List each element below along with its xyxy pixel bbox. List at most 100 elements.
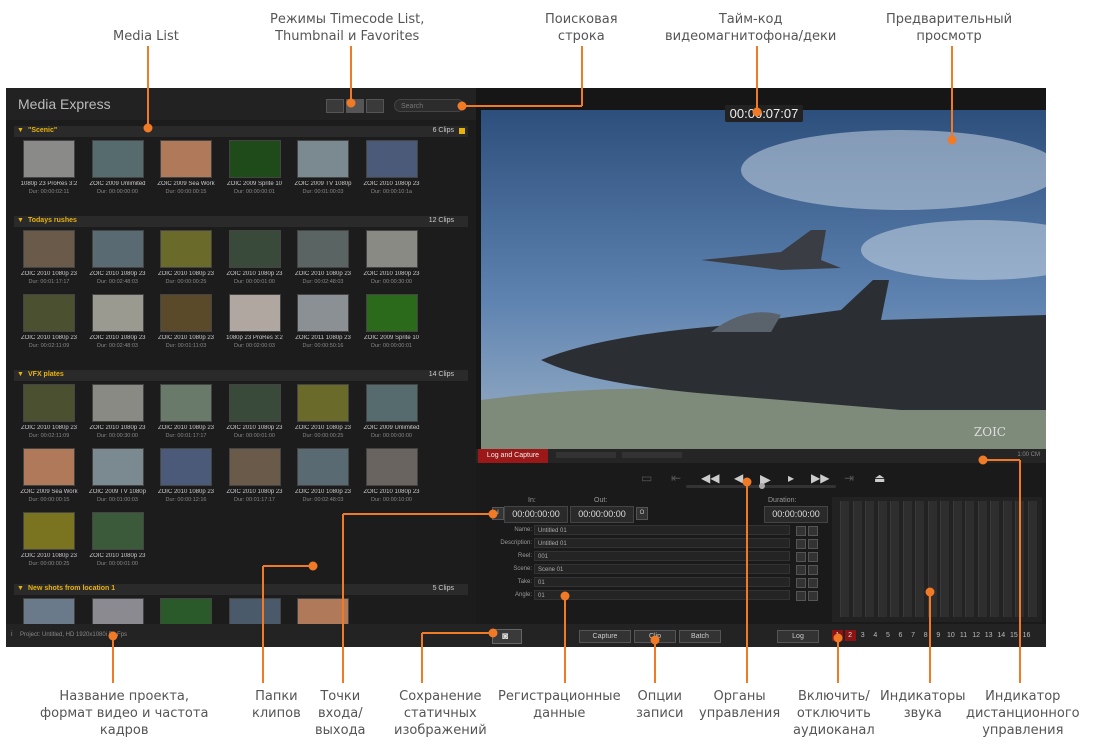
clip-thumbnail[interactable]: ZOIC 2010 1080p 23 Dur: 00:02:48:03 (85, 294, 151, 352)
in-timecode[interactable]: 00:00:00:00 (504, 506, 568, 523)
field-increment-button[interactable] (796, 591, 806, 601)
field-input[interactable]: Untitled 01 (534, 538, 790, 548)
field-increment-button[interactable] (808, 526, 818, 536)
clip-thumbnail[interactable]: ZOIC 2010 1080p 23 Dur: 00:00:00:25 (153, 230, 219, 288)
field-increment-button[interactable] (796, 565, 806, 575)
field-input[interactable]: 001 (534, 551, 790, 561)
audio-channel-toggle[interactable]: 4 (870, 630, 881, 641)
clip-thumbnail[interactable]: ZOIC 2010 1080p 23 Dur: 00:00:10:00 (359, 448, 425, 506)
out-timecode[interactable]: 00:00:00:00 (570, 506, 634, 523)
clip-thumbnail[interactable]: ZOIC 2010 1080p 23 Dur: 00:02:11:09 (16, 384, 82, 442)
clip-thumbnail[interactable]: ZOIC 2009 Unlimited Dur: 00:00:00:00 (359, 384, 425, 442)
audio-channel-toggle[interactable]: 7 (908, 630, 919, 641)
clip-thumbnail[interactable]: ZOIC 2010 1080p 23 Dur: 00:02:48:03 (290, 448, 356, 506)
capture-button[interactable]: Capture (579, 630, 631, 643)
audio-channel-toggle[interactable]: 9 (933, 630, 944, 641)
field-increment-button[interactable] (796, 526, 806, 536)
clip-thumbnail[interactable]: ZOIC 2010 1080p 23 Dur: 00:00:01:00 (222, 384, 288, 442)
field-increment-button[interactable] (808, 539, 818, 549)
clip-thumbnail[interactable]: ZOIC 2010 1080p 23 Dur: 00:02:48:03 (85, 230, 151, 288)
field-input[interactable]: 01 (534, 577, 790, 587)
timecode-list-view-button[interactable] (326, 99, 344, 113)
batch-button[interactable]: Batch (679, 630, 721, 643)
jog-knob[interactable] (759, 483, 765, 489)
field-increment-button[interactable] (808, 565, 818, 575)
audio-channel-toggle[interactable]: 16 (1021, 630, 1032, 641)
bin-header[interactable]: ▼ Todays rushes 12 Clips (14, 216, 468, 227)
clip-button[interactable]: Clip (634, 630, 676, 643)
audio-channel-toggle[interactable]: 3 (857, 630, 868, 641)
clip-thumbnail[interactable]: ZOIC 2011 1080p 23 Dur: 00:00:50:16 (290, 294, 356, 352)
tab-playback[interactable] (556, 452, 616, 458)
clip-thumbnail[interactable]: ZOIC 2010 1080p 23 Dur: 00:00:12:16 (153, 448, 219, 506)
clip-thumbnail[interactable]: ZOIC 2010 1080p 23 Dur: 00:01:17:17 (153, 384, 219, 442)
clip-thumbnail[interactable]: ZOIC 2009 Sea Work Dur: 00:00:00:15 (16, 448, 82, 506)
audio-channel-toggle[interactable]: 13 (983, 630, 994, 641)
clip-thumbnail[interactable]: 1080p 23 ProRes 3:2 Dur: 00:00:02:11 (16, 140, 82, 198)
clip-thumbnail[interactable]: 1080p 23 ProRes 3:2 Dur: 00:02:00:03 (222, 294, 288, 352)
clip-thumbnail[interactable]: ZOIC 2009 Sea Work Dur: 00:00:00:15 (153, 140, 219, 198)
bin-header[interactable]: ▼ New shots from location 1 5 Clips (14, 584, 468, 595)
audio-channel-toggle[interactable]: 10 (945, 630, 956, 641)
tab-edit-to-tape[interactable] (622, 452, 682, 458)
clip-thumbnail[interactable]: ZOIC 2009 Sprite 10 Dur: 00:00:00:01 (359, 294, 425, 352)
disclosure-triangle-icon[interactable]: ▼ (17, 371, 24, 378)
clip-thumbnail[interactable]: ZOIC 2010 1080p 23 Dur: 00:01:17:17 (222, 448, 288, 506)
set-out-button[interactable]: O (636, 507, 648, 520)
grab-still-button[interactable]: ◙ (492, 629, 522, 644)
clip-thumbnail[interactable]: ZOIC 2010 1080p 23 Dur: 00:00:00:25 (16, 512, 82, 570)
disclosure-triangle-icon[interactable]: ▼ (17, 127, 24, 134)
bin-header[interactable]: ▼ "Scenic" 6 Clips (14, 126, 468, 137)
clip-thumbnail[interactable]: ZOIC 2010 1080p 23 Dur: 00:00:30:00 (359, 230, 425, 288)
audio-channel-toggle[interactable]: 6 (895, 630, 906, 641)
clip-thumbnail[interactable]: ZOIC 2010 1080p 23 Dur: 00:00:01:00 (222, 230, 288, 288)
disclosure-triangle-icon[interactable]: ▼ (17, 585, 24, 592)
eject-icon[interactable]: ⏏ (874, 471, 885, 485)
jog-shuttle[interactable] (686, 483, 836, 489)
clip-thumbnail[interactable]: ZOIC 2010 1080p 23 Dur: 00:00:00:25 (290, 384, 356, 442)
audio-channel-toggle[interactable]: 1 (832, 630, 843, 641)
tab-log-and-capture[interactable]: Log and Capture (478, 449, 548, 463)
field-input[interactable]: Untitled 01 (534, 525, 790, 535)
field-increment-button[interactable] (796, 539, 806, 549)
go-to-end-icon[interactable]: ⇥ (844, 471, 854, 485)
field-increment-button[interactable] (808, 578, 818, 588)
clip-thumbnail[interactable]: ZOIC 2009 TV 1080p Dur: 00:01:00:03 (85, 448, 151, 506)
audio-channel-toggle[interactable]: 14 (996, 630, 1007, 641)
clip-thumbnail[interactable]: ZOIC 2010 1080p 23 Dur: 00:00:10:1a (359, 140, 425, 198)
thumbnail-view-button[interactable] (346, 99, 364, 113)
rewind-icon[interactable]: ◀◀ (701, 471, 719, 485)
bin-header[interactable]: ▼ VFX plates 14 Clips (14, 370, 468, 381)
audio-channel-toggle[interactable]: 5 (882, 630, 893, 641)
field-increment-button[interactable] (796, 578, 806, 588)
fast-forward-icon[interactable]: ▶▶ (811, 471, 829, 485)
audio-channel-toggle[interactable]: 2 (844, 630, 856, 641)
audio-channel-toggle[interactable]: 15 (1008, 630, 1019, 641)
clip-thumbnail[interactable]: ZOIC 2009 Unlimited Dur: 00:00:00:00 (85, 140, 151, 198)
clip-thumbnail[interactable]: ZOIC 2010 1080p 23 Dur: 00:00:30:00 (85, 384, 151, 442)
field-increment-button[interactable] (796, 552, 806, 562)
go-to-start-icon[interactable]: ⇤ (671, 471, 681, 485)
field-input[interactable]: 01 (534, 590, 790, 600)
audio-channel-toggle[interactable]: 11 (958, 630, 969, 641)
clip-thumbnail[interactable]: ZOIC 2010 1080p 23 Dur: 00:01:11:03 (153, 294, 219, 352)
field-increment-button[interactable] (808, 591, 818, 601)
clip-thumbnail[interactable]: ZOIC 2010 1080p 23 Dur: 00:00:01:00 (85, 512, 151, 570)
clip-thumbnail[interactable]: ZOIC 2010 1080p 23 Dur: 00:02:11:09 (16, 294, 82, 352)
clip-thumbnail[interactable]: ZOIC 2009 Sprite 10 Dur: 00:00:00:01 (222, 140, 288, 198)
loop-icon[interactable]: ▭ (641, 471, 652, 485)
clip-thumbnail[interactable]: ZOIC 2009 TV 1080p Dur: 00:01:00:03 (290, 140, 356, 198)
field-input[interactable]: Scene 01 (534, 564, 790, 574)
clip-thumbnail[interactable]: ZOIC 2010 1080p 23 Dur: 00:02:48:03 (290, 230, 356, 288)
disclosure-triangle-icon[interactable]: ▼ (17, 217, 24, 224)
clip-thumbnail[interactable]: ZOIC 2010 1080p 23 Dur: 00:01:17:17 (16, 230, 82, 288)
field-increment-button[interactable] (808, 552, 818, 562)
step-back-icon[interactable]: ◀ (734, 471, 743, 485)
audio-channel-toggle[interactable]: 12 (971, 630, 982, 641)
favorites-view-button[interactable] (366, 99, 384, 113)
log-button[interactable]: Log (777, 630, 819, 643)
step-forward-icon[interactable]: ▸ (788, 471, 794, 485)
set-in-button[interactable]: I (492, 507, 504, 520)
audio-channel-toggle[interactable]: 8 (920, 630, 931, 641)
search-input[interactable]: Search (394, 99, 464, 112)
